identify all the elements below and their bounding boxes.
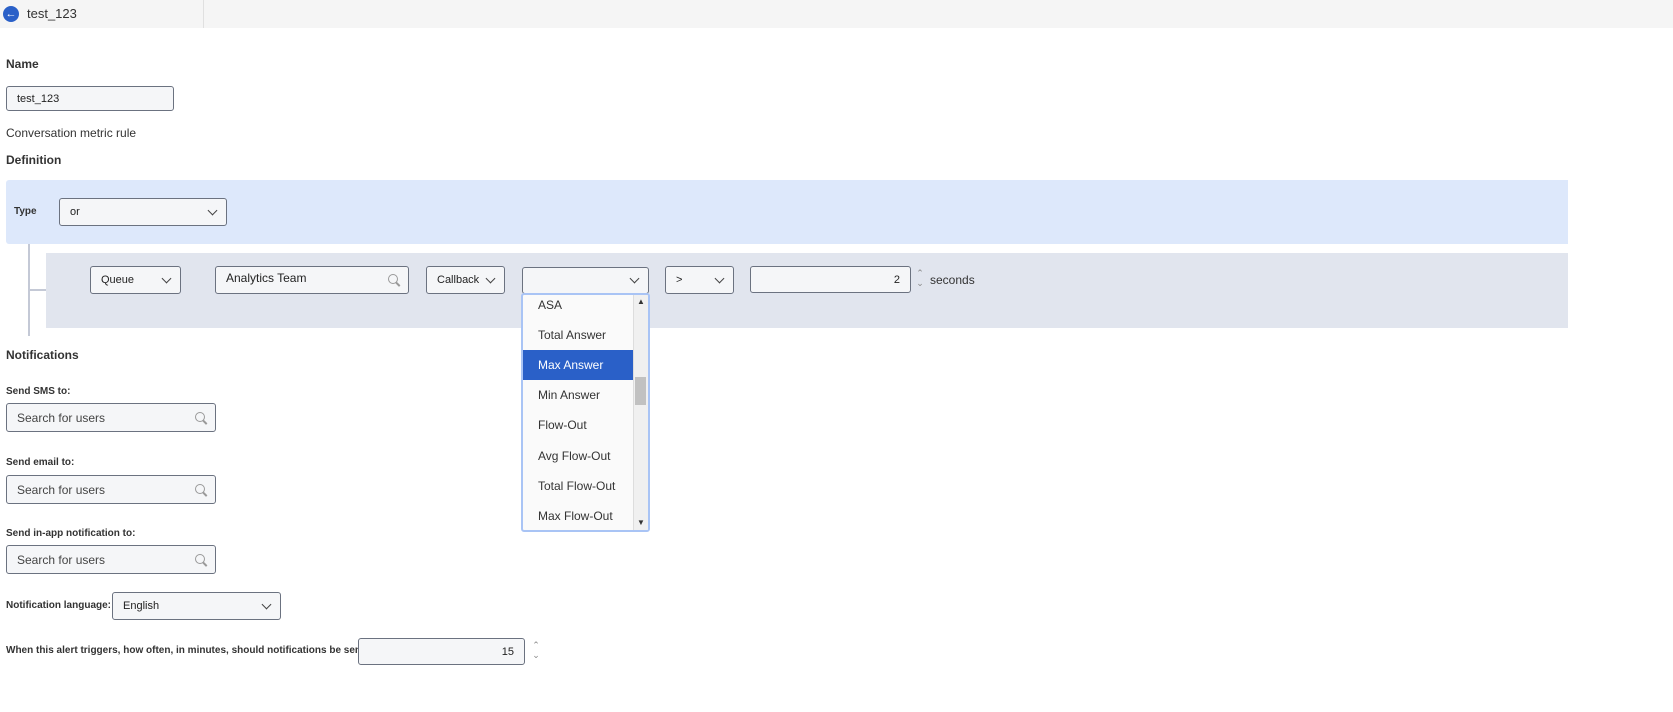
option-max-flow-out[interactable]: Max Flow-Out: [523, 501, 633, 530]
scroll-up-icon[interactable]: ▲: [637, 297, 645, 306]
notifications-heading: Notifications: [6, 348, 79, 362]
divider: [203, 0, 204, 28]
queue-search-input[interactable]: Analytics Team: [215, 266, 409, 294]
search-icon: [195, 411, 205, 422]
definition-label: Definition: [6, 153, 62, 167]
search-icon: [388, 274, 398, 284]
top-bar: [0, 0, 1673, 28]
chevron-down-icon: [714, 273, 725, 283]
search-icon: [195, 553, 205, 564]
operator-select[interactable]: >: [665, 266, 734, 294]
type-band: [6, 180, 1568, 244]
name-input[interactable]: test_123: [6, 86, 174, 111]
option-min-answer[interactable]: Min Answer: [523, 380, 633, 410]
sms-label: Send SMS to:: [6, 386, 71, 397]
number-stepper[interactable]: ⌃ ⌄: [915, 268, 925, 288]
name-value: test_123: [17, 92, 60, 105]
frequency-value: 15: [501, 645, 514, 658]
inapp-label: Send in-app notification to:: [6, 528, 136, 539]
tree-branch: [28, 289, 46, 291]
sms-placeholder: Search for users: [17, 410, 106, 425]
unit-label: seconds: [930, 273, 975, 287]
language-select[interactable]: English: [112, 592, 281, 620]
option-flow-out[interactable]: Flow-Out: [523, 410, 633, 440]
metric-dropdown-list[interactable]: ASA Total Answer Max Answer Min Answer F…: [521, 293, 650, 532]
email-search-input[interactable]: Search for users: [6, 475, 216, 504]
type-label: Type: [14, 206, 37, 217]
option-max-answer[interactable]: Max Answer: [523, 350, 633, 380]
name-label: Name: [6, 57, 39, 71]
rule-type-text: Conversation metric rule: [6, 126, 137, 140]
option-total-answer[interactable]: Total Answer: [523, 320, 633, 350]
type-value: or: [70, 206, 80, 218]
number-stepper[interactable]: ⌃ ⌄: [531, 640, 541, 660]
search-icon: [195, 483, 205, 494]
metric-select[interactable]: [522, 267, 649, 294]
threshold-input[interactable]: 2: [750, 266, 911, 293]
queue-value: Analytics Team: [226, 271, 307, 285]
frequency-input[interactable]: 15: [358, 638, 525, 665]
language-label: Notification language:: [6, 600, 111, 611]
option-avg-flow-out[interactable]: Avg Flow-Out: [523, 441, 633, 471]
sms-search-input[interactable]: Search for users: [6, 403, 216, 432]
chevron-down-icon: [629, 273, 640, 284]
email-label: Send email to:: [6, 457, 75, 468]
chevron-down-icon: [261, 599, 272, 609]
arrow-left-icon[interactable]: ←: [3, 6, 19, 22]
chevron-down-icon: [485, 273, 496, 283]
entity-value: Queue: [101, 274, 135, 286]
chevron-down-icon: [161, 273, 172, 283]
page-title: test_123: [27, 6, 77, 21]
email-placeholder: Search for users: [17, 482, 106, 497]
language-value: English: [123, 600, 160, 612]
threshold-value: 2: [893, 273, 900, 286]
operator-value: >: [676, 274, 683, 286]
inapp-search-input[interactable]: Search for users: [6, 545, 216, 574]
option-total-flow-out[interactable]: Total Flow-Out: [523, 471, 633, 501]
entity-select[interactable]: Queue: [90, 266, 181, 294]
option-asa[interactable]: ASA: [523, 295, 633, 320]
type-select[interactable]: or: [59, 198, 227, 226]
chevron-down-icon: [207, 205, 218, 215]
frequency-label: When this alert triggers, how often, in …: [6, 645, 371, 656]
media-value: Callback: [437, 274, 480, 286]
inapp-placeholder: Search for users: [17, 552, 106, 567]
scrollbar-thumb[interactable]: [635, 377, 646, 405]
scroll-down-icon[interactable]: ▼: [637, 518, 645, 527]
scrollbar[interactable]: ▲ ▼: [634, 295, 648, 530]
media-select[interactable]: Callback: [426, 266, 505, 294]
